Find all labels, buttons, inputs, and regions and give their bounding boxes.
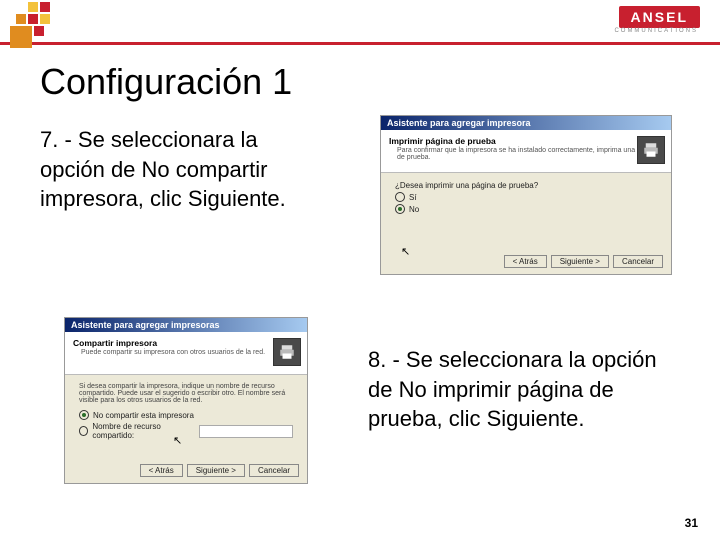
wizard-a-title: Asistente para agregar impresora: [381, 116, 671, 130]
wizard-b-title: Asistente para agregar impresoras: [65, 318, 307, 332]
wizard-b-desc: Si desea compartir la impresora, indique…: [79, 383, 293, 404]
slide-header: ANSEL COMMUNICATIONS: [0, 0, 720, 45]
wizard-a-head-sub: Para confirmar que la impresora se ha in…: [397, 147, 663, 161]
radio-icon: [395, 192, 405, 202]
wizard-b-body: Si desea compartir la impresora, indique…: [65, 375, 307, 450]
back-button[interactable]: < Atrás: [140, 464, 183, 477]
brand-logo: ANSEL: [619, 6, 700, 28]
radio-icon-selected: [395, 204, 405, 214]
wizard-a-head-title: Imprimir página de prueba: [389, 136, 663, 146]
wizard-print-test-page: Asistente para agregar impresora Imprimi…: [380, 115, 672, 275]
cursor-icon: ↖: [173, 434, 182, 447]
radio-yes[interactable]: Sí: [395, 192, 657, 202]
wizard-b-header: Compartir impresora Puede compartir su i…: [65, 332, 307, 375]
wizard-a-question: ¿Desea imprimir una página de prueba?: [395, 181, 657, 190]
wizard-b-head-title: Compartir impresora: [73, 338, 299, 348]
wizard-a-buttons: < Atrás Siguiente > Cancelar: [504, 255, 663, 268]
radio-no-label: No: [409, 205, 419, 214]
cancel-button[interactable]: Cancelar: [613, 255, 663, 268]
wizard-a-body: ¿Desea imprimir una página de prueba? Sí…: [381, 173, 671, 224]
page-number: 31: [685, 516, 698, 530]
radio-yes-label: Sí: [409, 193, 417, 202]
cancel-button[interactable]: Cancelar: [249, 464, 299, 477]
radio-icon: [79, 426, 88, 436]
share-name-input[interactable]: [199, 425, 293, 438]
next-button[interactable]: Siguiente >: [551, 255, 609, 268]
radio-no-share-label: No compartir esta impresora: [93, 411, 194, 420]
step-7-text: 7. - Se seleccionara la opción de No com…: [40, 125, 320, 214]
cursor-icon: ↖: [401, 245, 410, 258]
next-button[interactable]: Siguiente >: [187, 464, 245, 477]
wizard-a-header: Imprimir página de prueba Para confirmar…: [381, 130, 671, 173]
page-title: Configuración 1: [40, 61, 720, 103]
radio-no-share[interactable]: No compartir esta impresora: [79, 410, 293, 420]
radio-share-name[interactable]: Nombre de recurso compartido:: [79, 422, 293, 440]
back-button[interactable]: < Atrás: [504, 255, 547, 268]
wizard-share-printer: Asistente para agregar impresoras Compar…: [64, 317, 308, 484]
printer-icon: [637, 136, 665, 164]
brand-subtitle: COMMUNICATIONS: [614, 28, 698, 34]
step-8-text: 8. - Se seleccionara la opción de No imp…: [368, 345, 668, 434]
printer-icon: [273, 338, 301, 366]
wizard-b-head-sub: Puede compartir su impresora con otros u…: [81, 349, 299, 356]
radio-icon-selected: [79, 410, 89, 420]
radio-no[interactable]: No: [395, 204, 657, 214]
wizard-b-buttons: < Atrás Siguiente > Cancelar: [140, 464, 299, 477]
